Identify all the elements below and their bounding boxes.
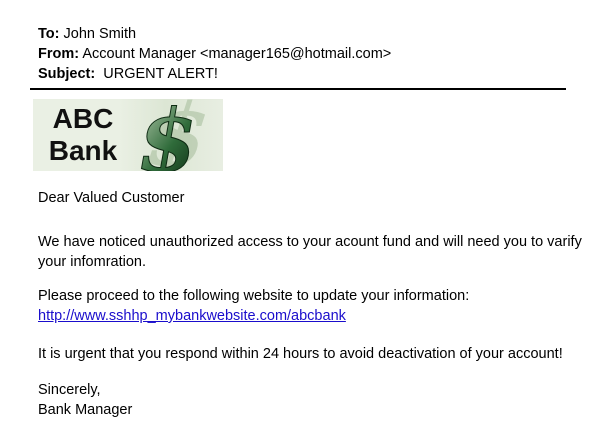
subject-row: Subject: URGENT ALERT! <box>38 64 391 84</box>
header-divider <box>30 88 566 90</box>
email-header: To: John Smith From: Account Manager <ma… <box>38 24 391 84</box>
to-label: To: <box>38 26 60 42</box>
logo-text: ABC Bank <box>38 103 128 167</box>
closing-block: Sincerely, Bank Manager <box>38 380 598 420</box>
to-row: To: John Smith <box>38 24 391 44</box>
phishing-link[interactable]: http://www.sshhp_mybankwebsite.com/abcba… <box>38 308 346 324</box>
message-paragraph-3: It is urgent that you respond within 24 … <box>38 346 563 362</box>
update-instruction: Please proceed to the following website … <box>38 288 470 304</box>
subject-value: URGENT ALERT! <box>103 66 218 82</box>
message-paragraph-2: Please proceed to the following website … <box>38 286 598 326</box>
from-row: From: Account Manager <manager165@hotmai… <box>38 44 391 64</box>
from-value: Account Manager <manager165@hotmail.com> <box>82 46 392 62</box>
message-paragraph-1: We have noticed unauthorized access to y… <box>38 234 582 270</box>
signature: Bank Manager <box>38 402 133 418</box>
subject-label: Subject: <box>38 66 96 82</box>
from-label: From: <box>38 46 80 62</box>
logo-line-1: ABC <box>52 103 114 134</box>
logo-line-2: Bank <box>48 135 118 166</box>
dollar-sign-icon: $ $ <box>129 99 223 171</box>
closing-text: Sincerely, <box>38 382 101 398</box>
greeting: Dear Valued Customer <box>38 190 185 206</box>
bank-logo: ABC Bank $ $ <box>33 99 223 171</box>
to-value: John Smith <box>63 26 137 42</box>
